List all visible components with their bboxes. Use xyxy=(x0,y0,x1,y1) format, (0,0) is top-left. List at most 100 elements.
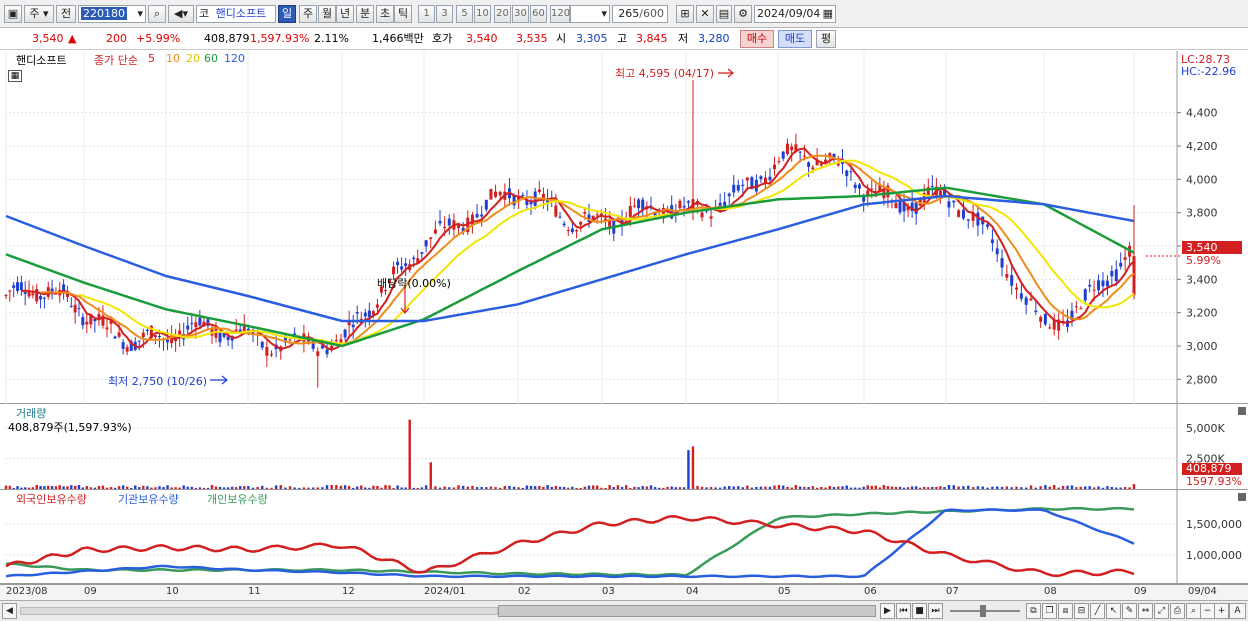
dividend-annotation: 배당락(0.00%) xyxy=(377,277,451,290)
fit-icon[interactable]: ⇔ xyxy=(1138,603,1153,619)
tab-period-5[interactable]: 초 xyxy=(376,5,394,23)
search-icon[interactable]: ⌕ xyxy=(148,5,166,23)
interval-input[interactable]: ▾ xyxy=(570,5,610,23)
edit-icon[interactable]: ✎ xyxy=(1122,603,1137,619)
prev-button[interactable]: 전 xyxy=(56,5,76,23)
volume-bar xyxy=(174,487,177,489)
font-size-icon[interactable]: A xyxy=(1229,603,1246,619)
interval-button-20[interactable]: 20 xyxy=(494,5,511,23)
volume-bar xyxy=(311,487,315,489)
window-menu-icon[interactable]: ▣ xyxy=(4,5,22,23)
stock-name-field[interactable]: 코 핸디소프트 xyxy=(196,5,276,23)
volume-bar xyxy=(356,486,359,489)
volume-bar xyxy=(47,485,50,489)
volume-bar xyxy=(142,485,145,489)
grid-icon[interactable]: ▦ xyxy=(8,70,22,82)
volume-bar xyxy=(870,485,873,489)
zoom-out-icon[interactable]: − xyxy=(1200,603,1215,619)
cursor-icon[interactable]: ↖ xyxy=(1106,603,1121,619)
volume-bar xyxy=(471,485,474,489)
count-field[interactable]: 265/600 xyxy=(612,5,668,23)
date-input[interactable]: 2024/09/04 ▦ xyxy=(754,5,836,23)
volume-bar xyxy=(670,486,673,489)
eval-button[interactable]: 평 xyxy=(816,30,836,48)
layout-icon[interactable]: ⧉ xyxy=(1026,603,1041,619)
current-price-badge: 3,540 xyxy=(1182,241,1242,254)
candle-body xyxy=(347,321,351,326)
individual-legend: 개인보유수량 xyxy=(207,493,268,506)
interval-button-10[interactable]: 10 xyxy=(474,5,491,23)
date-axis-label: 09/04 xyxy=(1188,586,1217,597)
volume-bar xyxy=(452,487,456,489)
volume-pane[interactable]: 5,000K 2,500K 거래량 408,879주(1,597.93%) 408… xyxy=(0,404,1248,490)
volume-bar xyxy=(150,487,153,489)
volume-bar xyxy=(575,487,578,489)
zoom-in-icon[interactable]: + xyxy=(1214,603,1229,619)
volume-bar xyxy=(360,485,363,489)
candle-body xyxy=(226,336,230,341)
volume-bar xyxy=(4,485,8,489)
candle-body xyxy=(1043,314,1047,325)
expand-icon[interactable]: ⤢ xyxy=(1154,603,1169,619)
tab-period-0[interactable]: 일 xyxy=(278,5,296,23)
candle-body xyxy=(930,185,934,187)
interval-button-1[interactable]: 1 xyxy=(418,5,435,23)
candle-body xyxy=(798,151,802,153)
crosshair-icon[interactable]: ✕ xyxy=(696,5,714,23)
layout-icon[interactable]: ⊞ xyxy=(676,5,694,23)
volume-bar xyxy=(178,487,181,489)
candle-body xyxy=(117,332,121,337)
institution-holdings-line xyxy=(5,508,1135,579)
zoom-search-icon[interactable]: ⌕ xyxy=(1186,603,1201,619)
speaker-icon[interactable]: ◀▾ xyxy=(168,5,194,23)
code-input[interactable]: 220180 ▾ xyxy=(78,5,146,23)
scroll-thumb[interactable] xyxy=(498,605,876,617)
price-pane[interactable]: 4,4004,2004,0003,8003,6003,4003,2003,000… xyxy=(0,51,1248,404)
period-select[interactable]: 주 ▾ xyxy=(24,5,54,23)
volume-bar xyxy=(662,487,665,489)
volume-bar xyxy=(134,485,137,489)
split-icon[interactable]: ⊟ xyxy=(1074,603,1089,619)
interval-button-120[interactable]: 120 xyxy=(550,5,570,23)
fast-forward-icon[interactable]: ⏭ xyxy=(928,603,943,619)
volume-bar xyxy=(121,485,125,489)
volume-bar xyxy=(182,485,185,489)
volume-bar xyxy=(239,486,242,489)
tab-period-2[interactable]: 월 xyxy=(318,5,336,23)
price-chart: 4,4004,2004,0003,8003,6003,4003,2003,000… xyxy=(4,51,1218,404)
tab-period-1[interactable]: 주 xyxy=(299,5,317,23)
sell-button[interactable]: 매도 xyxy=(778,30,812,48)
rewind-icon[interactable]: ⏮ xyxy=(896,603,911,619)
candle-body xyxy=(475,213,479,218)
scroll-right-icon[interactable]: ▶ xyxy=(880,603,895,619)
interval-button-30[interactable]: 30 xyxy=(512,5,529,23)
candle-body xyxy=(157,336,161,338)
volume-bar xyxy=(1039,486,1042,489)
holdings-pane[interactable]: 1,500,000 1,000,000 외국인보유수량 기관보유수량 개인보유수량 xyxy=(0,490,1248,584)
buy-button[interactable]: 매수 xyxy=(740,30,774,48)
interval-button-5[interactable]: 5 xyxy=(456,5,473,23)
print-icon[interactable]: ⎙ xyxy=(1170,603,1185,619)
zoom-slider-handle[interactable] xyxy=(980,605,986,617)
stop-icon[interactable]: ■ xyxy=(912,603,927,619)
candle-body xyxy=(27,291,31,297)
save-icon[interactable]: ▤ xyxy=(716,5,732,23)
scroll-track[interactable] xyxy=(20,607,498,615)
scroll-left-icon[interactable]: ◀ xyxy=(2,603,17,619)
volume-bar xyxy=(629,488,632,489)
tab-period-3[interactable]: 년 xyxy=(336,5,354,23)
volume-bar xyxy=(113,487,117,489)
interval-button-60[interactable]: 60 xyxy=(530,5,547,23)
volume-bar xyxy=(489,486,493,489)
volume-bar xyxy=(641,486,644,489)
candle-body xyxy=(558,216,562,218)
ma120-label: 120 xyxy=(224,52,245,65)
window-icon[interactable]: ❐ xyxy=(1042,603,1057,619)
holdings-tick-label: 1,500,000 xyxy=(1186,518,1242,531)
tab-period-6[interactable]: 틱 xyxy=(394,5,412,23)
tab-period-4[interactable]: 분 xyxy=(356,5,374,23)
gear-icon[interactable]: ⚙ xyxy=(734,5,752,23)
interval-button-3[interactable]: 3 xyxy=(436,5,453,23)
line-tool-icon[interactable]: ╱ xyxy=(1090,603,1105,619)
duplicate-icon[interactable]: ⧈ xyxy=(1058,603,1073,619)
